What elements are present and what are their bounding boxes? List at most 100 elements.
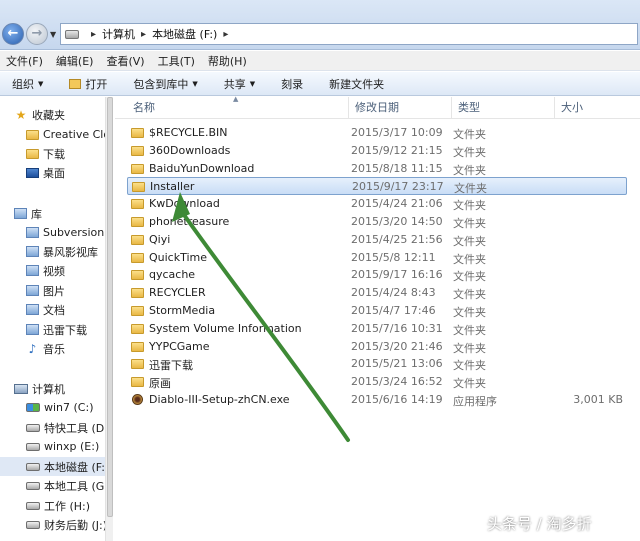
chevron-right-icon[interactable]: ▸ xyxy=(91,29,96,40)
recent-pages-dropdown-icon[interactable]: ▼ xyxy=(50,30,56,39)
breadcrumb-drive-f[interactable]: 本地磁盘 (F:) xyxy=(152,26,217,42)
nav-item-label: 图片 xyxy=(43,284,65,298)
file-date: 2015/9/17 16:16 xyxy=(351,268,443,282)
file-row[interactable]: BaiduYunDownload 2015/8/18 11:15 文件夹 xyxy=(127,160,627,178)
nav-drive-label: 本地磁盘 (F:) xyxy=(44,460,105,474)
folder-icon xyxy=(26,129,39,140)
menu-bar: 文件(F) 编辑(E) 查看(V) 工具(T) 帮助(H) xyxy=(0,51,640,71)
file-row[interactable]: phonetreasure 2015/3/20 14:50 文件夹 xyxy=(127,213,627,231)
computer-icon xyxy=(14,383,28,394)
nav-scrollbar[interactable] xyxy=(105,97,113,541)
file-type: 文件夹 xyxy=(453,341,486,355)
nav-drive-c[interactable]: win7 (C:) xyxy=(26,398,112,417)
file-row[interactable]: Diablo-III-Setup-zhCN.exe 2015/6/16 14:19… xyxy=(127,391,627,409)
file-row[interactable]: qycache 2015/9/17 16:16 文件夹 xyxy=(127,266,627,284)
column-size-header[interactable]: 大小 xyxy=(555,97,625,119)
nav-libraries-label: 库 xyxy=(31,207,42,221)
folder-icon xyxy=(131,252,144,263)
nav-computer[interactable]: 计算机 xyxy=(14,379,112,398)
folder-icon xyxy=(26,148,39,159)
file-type: 文件夹 xyxy=(453,163,486,177)
file-name: $RECYCLE.BIN xyxy=(149,126,228,139)
folder-icon xyxy=(131,306,144,316)
file-row[interactable]: KwDownload 2015/4/24 21:06 文件夹 xyxy=(127,195,627,213)
nav-drive-g[interactable]: 本地工具 (G:) xyxy=(26,476,112,495)
nav-drive-e[interactable]: winxp (E:) xyxy=(26,437,112,456)
nav-item-downloads[interactable]: 下载 xyxy=(26,144,112,163)
nav-drive-label: 工作 (H:) xyxy=(44,499,91,513)
share-button[interactable]: 共享 ▼ xyxy=(224,76,255,92)
include-in-library-button[interactable]: 包含到库中 ▼ xyxy=(133,76,197,92)
breadcrumb-computer[interactable]: 计算机 xyxy=(102,26,135,42)
folder-icon xyxy=(131,377,144,388)
nav-drive-label: 本地工具 (G:) xyxy=(44,479,112,493)
nav-item-pictures[interactable]: 图片 xyxy=(26,281,112,300)
nav-item-storm-library[interactable]: 暴风影视库 xyxy=(26,242,112,261)
nav-libraries[interactable]: 库 xyxy=(14,204,112,223)
menu-view[interactable]: 查看(V) xyxy=(106,53,144,69)
chevron-right-icon[interactable]: ▸ xyxy=(141,29,146,40)
file-row[interactable]: Installer 2015/9/17 23:17 文件夹 xyxy=(127,177,627,196)
column-name-header[interactable]: 名称 xyxy=(127,97,349,119)
file-row[interactable]: RECYCLER 2015/4/24 8:43 文件夹 xyxy=(127,284,627,302)
menu-edit[interactable]: 编辑(E) xyxy=(56,53,94,69)
file-type: 文件夹 xyxy=(453,145,486,159)
nav-drive-d[interactable]: 特快工具 (D:) xyxy=(26,418,112,437)
file-date: 2015/5/8 12:11 xyxy=(351,250,436,264)
file-type: 文件夹 xyxy=(453,359,486,373)
chevron-right-icon[interactable]: ▸ xyxy=(223,29,228,40)
column-date-header[interactable]: 修改日期 xyxy=(349,97,452,119)
library-icon xyxy=(26,246,39,257)
nav-drive-f[interactable]: 本地磁盘 (F:) xyxy=(0,457,105,476)
file-row[interactable]: QuickTime 2015/5/8 12:11 文件夹 xyxy=(127,249,627,267)
menu-tools[interactable]: 工具(T) xyxy=(158,53,195,69)
file-row[interactable]: 360Downloads 2015/9/12 21:15 文件夹 xyxy=(127,142,627,160)
menu-help[interactable]: 帮助(H) xyxy=(208,53,247,69)
folder-icon xyxy=(131,145,144,156)
nav-item-videos[interactable]: 视频 xyxy=(26,261,112,280)
nav-item-documents[interactable]: 文档 xyxy=(26,300,112,319)
drive-icon xyxy=(26,481,40,490)
file-name: BaiduYunDownload xyxy=(149,161,255,175)
new-folder-button[interactable]: 新建文件夹 xyxy=(329,76,384,92)
nav-item-thunder-downloads[interactable]: 迅雷下载 xyxy=(26,320,112,339)
nav-drive-h[interactable]: 工作 (H:) xyxy=(26,496,112,515)
folder-icon xyxy=(131,359,144,370)
nav-item-music[interactable]: ♪ 音乐 xyxy=(26,339,112,358)
file-row[interactable]: Qiyi 2015/4/25 21:56 文件夹 xyxy=(127,231,627,249)
file-row[interactable]: 原画 2015/3/24 16:52 文件夹 xyxy=(127,373,627,391)
file-row[interactable]: System Volume Information 2015/7/16 10:31… xyxy=(127,320,627,338)
file-row[interactable]: YYPCGame 2015/3/20 21:46 文件夹 xyxy=(127,338,627,356)
nav-item-label: Creative Cloud xyxy=(43,128,112,141)
nav-scrollbar-thumb[interactable] xyxy=(107,97,113,517)
nav-item-creative-cloud[interactable]: Creative Cloud xyxy=(26,125,112,144)
open-label: 打开 xyxy=(85,77,108,91)
file-date: 2015/3/20 21:46 xyxy=(351,339,443,353)
nav-drive-j[interactable]: 财务后勤 (J:) xyxy=(26,515,112,534)
burn-label: 刻录 xyxy=(281,77,304,91)
nav-item-subversion[interactable]: Subversion xyxy=(26,223,112,242)
folder-icon xyxy=(131,323,144,334)
column-type-header[interactable]: 类型 xyxy=(452,97,555,119)
nav-drive-label: winxp (E:) xyxy=(44,440,100,453)
folder-icon xyxy=(131,199,144,210)
nav-item-label: 音乐 xyxy=(43,342,65,356)
burn-button[interactable]: 刻录 xyxy=(281,76,303,92)
forward-button[interactable]: → xyxy=(26,23,48,45)
nav-item-desktop[interactable]: 桌面 xyxy=(26,163,112,182)
file-row[interactable]: StormMedia 2015/4/7 17:46 文件夹 xyxy=(127,302,627,320)
file-row[interactable]: 迅雷下载 2015/5/21 13:06 文件夹 xyxy=(127,355,627,373)
menu-file[interactable]: 文件(F) xyxy=(6,53,43,69)
organize-button[interactable]: 组织 ▼ xyxy=(12,76,43,92)
application-icon xyxy=(132,394,143,405)
nav-favorites[interactable]: ★ 收藏夹 xyxy=(14,105,112,124)
file-row[interactable]: $RECYCLE.BIN 2015/3/17 10:09 文件夹 xyxy=(127,124,627,142)
back-button[interactable]: ← xyxy=(2,23,24,45)
file-date: 2015/7/16 10:31 xyxy=(351,321,443,335)
file-name: KwDownload xyxy=(149,197,220,211)
nav-drive-label: 财务后勤 (J:) xyxy=(44,518,108,532)
file-list: ▲ 名称 修改日期 类型 大小 $RECYCLE.BIN 2015/3/17 10… xyxy=(115,95,640,541)
file-name: 360Downloads xyxy=(149,143,231,157)
open-button[interactable]: 打开 xyxy=(69,76,107,92)
address-box[interactable]: ▸ 计算机 ▸ 本地磁盘 (F:) ▸ xyxy=(60,23,638,45)
